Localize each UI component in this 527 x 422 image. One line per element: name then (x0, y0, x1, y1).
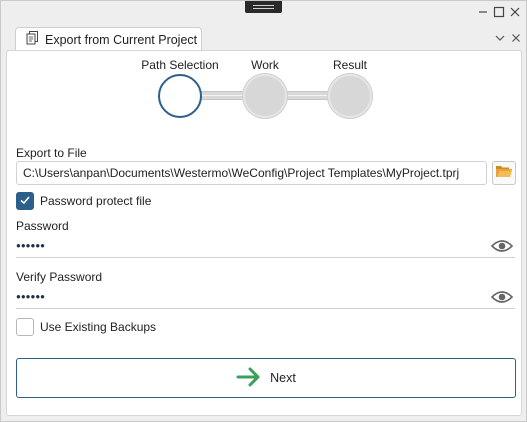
use-existing-backups-label: Use Existing Backups (40, 320, 157, 334)
use-existing-backups-checkbox[interactable] (16, 318, 34, 336)
step-indicator-work (243, 74, 287, 118)
tab-export-from-current-project[interactable]: Export from Current Project (15, 27, 202, 51)
step-connector (201, 91, 243, 100)
arrow-right-icon (236, 367, 262, 390)
step-label-result: Result (332, 58, 368, 72)
close-icon[interactable] (509, 31, 523, 45)
browse-folder-button[interactable] (492, 161, 516, 185)
password-value: ●●●●●● (16, 241, 45, 250)
step-indicator-result (328, 74, 372, 118)
step-label-work: Work (251, 58, 279, 72)
eye-icon[interactable] (491, 288, 513, 306)
export-to-file-label: Export to File (16, 146, 87, 160)
verify-password-label: Verify Password (16, 270, 103, 284)
window-drag-handle[interactable] (245, 1, 282, 13)
checkmark-icon (19, 194, 31, 209)
export-file-path-value: C:\Users\anpan\Documents\Westermo\WeConf… (23, 166, 460, 180)
verify-password-input[interactable]: ●●●●●● (16, 285, 515, 309)
step-indicator-path-selection (158, 74, 202, 118)
close-icon[interactable] (508, 5, 522, 19)
tab-title: Export from Current Project (45, 32, 198, 47)
step-label-path-selection: Path Selection (141, 58, 219, 72)
maximize-icon[interactable] (492, 5, 506, 19)
wizard-stepper: Path Selection Work Result (7, 51, 523, 121)
tab-strip: Export from Current Project (1, 25, 527, 51)
minimize-icon[interactable] (476, 5, 490, 19)
step-connector (285, 91, 328, 100)
next-button[interactable]: Next (16, 358, 516, 398)
folder-open-icon (495, 164, 513, 182)
password-input[interactable]: ●●●●●● (16, 234, 515, 258)
password-protect-label: Password protect file (40, 194, 152, 208)
next-button-label: Next (270, 371, 296, 385)
export-panel: Path Selection Work Result Export to Fil… (6, 50, 522, 416)
password-label: Password (16, 219, 69, 233)
chevron-down-icon[interactable] (493, 31, 507, 45)
document-icon (26, 31, 39, 48)
export-file-path-input[interactable]: C:\Users\anpan\Documents\Westermo\WeConf… (16, 161, 487, 185)
export-dialog-window: Export from Current Project Path Selecti… (0, 0, 527, 422)
eye-icon[interactable] (491, 237, 513, 255)
password-protect-checkbox[interactable] (16, 192, 34, 210)
verify-password-value: ●●●●●● (16, 292, 45, 301)
